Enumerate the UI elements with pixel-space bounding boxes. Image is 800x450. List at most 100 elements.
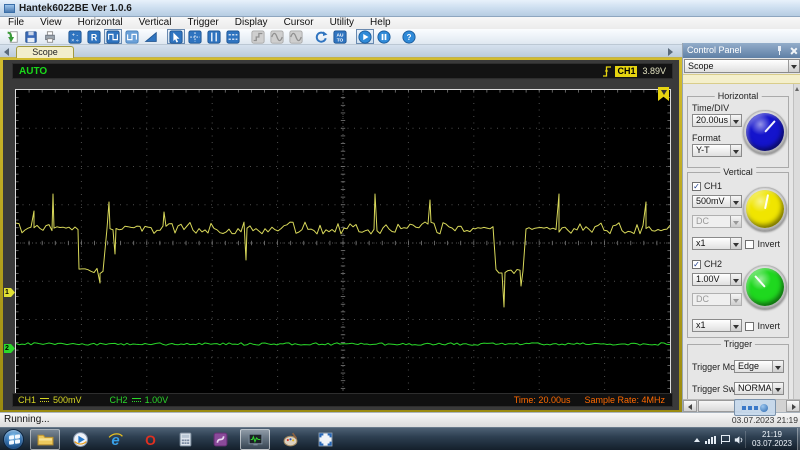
pause-button[interactable]	[375, 29, 393, 44]
ch2-status: CH2 1.00V	[110, 395, 169, 405]
pulse-icon	[106, 30, 120, 44]
save-button[interactable]	[22, 29, 40, 44]
scope-display: AUTO CH1 3.89V 1 2 CH1 500mV CH2 1.00V T…	[0, 58, 682, 412]
tray-clock[interactable]: 21:19 03.07.2023	[748, 430, 796, 448]
taskbar-media-player[interactable]	[65, 429, 95, 450]
pointer-cursor-button[interactable]	[167, 29, 185, 44]
format-select[interactable]: Y-T	[692, 144, 742, 157]
taskbar-internet-explorer[interactable]	[100, 429, 130, 450]
ch2-coupling-value: DC	[696, 294, 709, 304]
menu-item-view[interactable]: View	[32, 17, 70, 29]
taskbar-app-purple[interactable]	[205, 429, 235, 450]
ch2-status-label: CH2	[109, 395, 128, 405]
ch1-invert-row[interactable]: Invert	[745, 239, 780, 249]
refresh-button[interactable]	[312, 29, 330, 44]
ch1-enable-row[interactable]: ✓ CH1	[692, 181, 722, 191]
ch2-ground-marker[interactable]: 2	[4, 344, 15, 353]
taskbar-capture-tool[interactable]	[310, 429, 340, 450]
menu-item-cursor[interactable]: Cursor	[276, 17, 322, 29]
menu-item-display[interactable]: Display	[227, 17, 276, 29]
status-datetime: 03.07.2023 21:19	[731, 415, 798, 425]
taskbar-explorer[interactable]	[30, 429, 60, 450]
menu-item-vertical[interactable]: Vertical	[131, 17, 180, 29]
panel-mode-select[interactable]: Scope	[684, 59, 800, 73]
start-button[interactable]	[3, 429, 24, 450]
math-button[interactable]	[66, 29, 84, 44]
reference-wave-button[interactable]	[85, 29, 103, 44]
autoset-button[interactable]	[331, 29, 349, 44]
menu-item-file[interactable]: File	[0, 17, 32, 29]
menu-item-help[interactable]: Help	[362, 17, 399, 29]
ch2-volts-select[interactable]: 1.00V	[692, 273, 742, 286]
application-window: Hantek6022BE Ver 1.0.6 File View Horizonta…	[0, 0, 800, 450]
window-title: Hantek6022BE Ver 1.0.6	[19, 2, 132, 14]
ch2-invert-row[interactable]: Invert	[745, 321, 780, 331]
taskbar-calculator[interactable]	[170, 429, 200, 450]
scroll-up-icon[interactable]	[795, 87, 799, 91]
app-icon	[4, 3, 15, 13]
ch2-invert-label: Invert	[757, 321, 780, 331]
menu-item-utility[interactable]: Utility	[322, 17, 362, 29]
pulse2-icon	[125, 30, 139, 44]
ch1-volts-select[interactable]: 500mV	[692, 195, 742, 208]
popup-circle-icon	[760, 403, 768, 412]
ch1-checkbox[interactable]: ✓	[692, 181, 701, 191]
scroll-left-button[interactable]	[683, 400, 697, 412]
ch1-probe-select[interactable]: x1	[692, 237, 742, 250]
horizontal-position-knob[interactable]	[743, 110, 787, 154]
time-div-select[interactable]: 20.00us	[692, 114, 742, 127]
print-button[interactable]	[41, 29, 59, 44]
trigger-mode-value: Edge	[738, 361, 760, 371]
taskbar-oscilloscope[interactable]	[240, 429, 270, 450]
close-icon[interactable]	[788, 46, 798, 56]
action-center-flag-icon[interactable]	[721, 435, 730, 444]
ch1-invert-checkbox[interactable]	[745, 239, 755, 249]
menu-item-horizontal[interactable]: Horizontal	[70, 17, 131, 29]
trigger-sweep-value: NORMAL	[738, 383, 777, 393]
menu-item-trigger[interactable]: Trigger	[179, 17, 226, 29]
tab-scope[interactable]: Scope	[16, 46, 74, 58]
run-button[interactable]	[356, 29, 374, 44]
tab-scroll-left-icon[interactable]	[4, 48, 9, 56]
knob-face	[746, 268, 784, 306]
plot-area: 1 2	[3, 81, 679, 397]
taskbar-opera[interactable]	[135, 429, 165, 450]
trigger-sweep-select[interactable]: NORMAL	[734, 382, 784, 395]
ch2-checkbox[interactable]: ✓	[692, 259, 701, 269]
trigger-edge-icon	[603, 65, 612, 77]
math-icon	[68, 30, 82, 44]
panel-vertical-scrollbar[interactable]	[793, 84, 800, 399]
hidden-icons-arrow-icon[interactable]	[694, 437, 700, 442]
ch2-invert-checkbox[interactable]	[745, 321, 755, 331]
step-wave-button	[249, 29, 267, 44]
volume-icon[interactable]	[734, 435, 744, 445]
tab-scroll-right-icon[interactable]	[668, 48, 673, 56]
ch1-ground-marker[interactable]: 1	[4, 288, 15, 297]
horizontal-cursor-button[interactable]	[224, 29, 242, 44]
pin-icon[interactable]	[775, 46, 784, 55]
scope-inner: AUTO CH1 3.89V 1 2 CH1 500mV CH2 1.00V T…	[3, 60, 679, 410]
help-button[interactable]	[400, 29, 418, 44]
trigger-mode-select[interactable]: Edge	[734, 360, 784, 373]
trigger-channel-badge: CH1	[615, 65, 638, 77]
taskbar-apps	[30, 429, 340, 450]
vertical-cursor-button[interactable]	[205, 29, 223, 44]
ch2-probe-select[interactable]: x1	[692, 319, 742, 332]
ch1-position-knob[interactable]	[743, 187, 787, 231]
chevron-down-icon	[730, 320, 741, 331]
ramp-wave-button[interactable]	[142, 29, 160, 44]
ch2-enable-row[interactable]: ✓ CH2	[692, 259, 722, 269]
open-button[interactable]	[3, 29, 21, 44]
ch1-probe-value: x1	[696, 238, 706, 248]
mini-overlay-popup[interactable]	[734, 399, 776, 416]
taskbar-paint[interactable]	[275, 429, 305, 450]
knob-pointer	[754, 275, 766, 288]
ch2-position-knob[interactable]	[743, 265, 787, 309]
scroll-right-button[interactable]	[786, 400, 800, 412]
network-icon[interactable]	[705, 435, 716, 444]
pulse-wave-button[interactable]	[104, 29, 122, 44]
cross-cursor-button[interactable]	[186, 29, 204, 44]
ch2-label: CH2	[704, 259, 723, 269]
pulse-wave-alt-button[interactable]	[123, 29, 141, 44]
ch1-invert-label: Invert	[757, 239, 780, 249]
